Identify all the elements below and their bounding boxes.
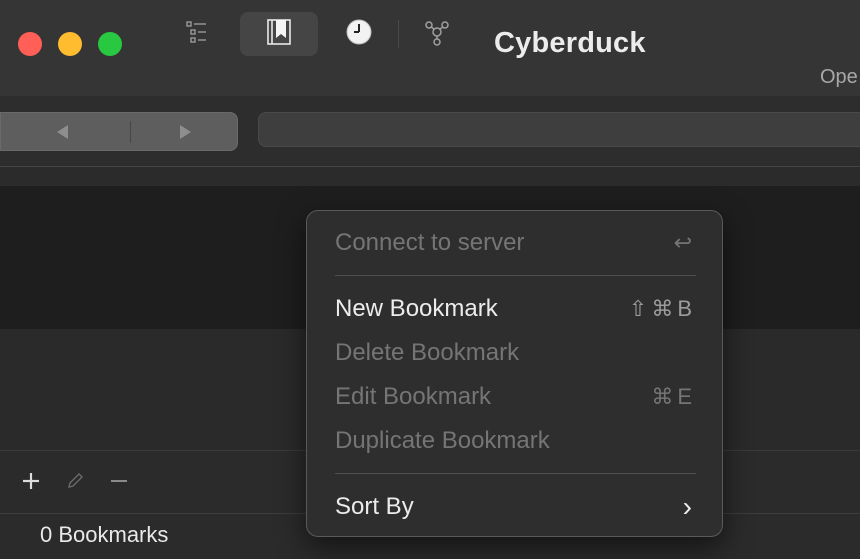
segment-divider (130, 121, 131, 143)
menu-item-shortcut: ⇧⌘B (628, 296, 696, 321)
chevron-right-icon: › (682, 491, 696, 522)
menu-item-label: New Bookmark (335, 295, 498, 322)
return-key-icon: ↩ (673, 230, 696, 255)
menu-item-label: Edit Bookmark (335, 383, 492, 410)
add-bookmark-button[interactable] (16, 468, 46, 498)
context-menu: Connect to server ↩ New Bookmark ⇧⌘B Del… (306, 210, 723, 537)
menu-item-sort-by[interactable]: Sort By › (335, 487, 696, 527)
bonjour-view-button[interactable] (414, 12, 460, 56)
path-field[interactable] (258, 112, 860, 147)
back-arrow-icon[interactable] (53, 122, 73, 142)
zoom-window-button[interactable] (98, 32, 122, 56)
menu-item-label: Duplicate Bookmark (335, 427, 550, 454)
navigation-bar (0, 96, 860, 167)
menu-item-edit-bookmark[interactable]: Edit Bookmark ⌘E (335, 377, 696, 417)
menu-item-label: Delete Bookmark (335, 339, 520, 366)
menu-separator (335, 473, 696, 474)
outline-view-icon (184, 19, 210, 50)
outline-view-button[interactable] (174, 12, 220, 56)
menu-item-label: Connect to server (335, 229, 525, 256)
menu-separator (335, 275, 696, 276)
forward-arrow-icon[interactable] (175, 122, 195, 142)
back-forward-segmented-control (0, 112, 238, 151)
bookmarks-view-button[interactable] (240, 12, 318, 56)
bonjour-icon (422, 17, 452, 52)
pencil-icon (64, 470, 86, 497)
menu-item-duplicate-bookmark[interactable]: Duplicate Bookmark (335, 421, 696, 461)
plus-icon (20, 470, 42, 497)
menu-item-connect-to-server[interactable]: Connect to server ↩ (335, 223, 696, 263)
window-title: Cyberduck (494, 27, 646, 59)
menu-item-label: Sort By (335, 493, 414, 520)
menu-item-new-bookmark[interactable]: New Bookmark ⇧⌘B (335, 289, 696, 329)
menu-item-delete-bookmark[interactable]: Delete Bookmark (335, 333, 696, 373)
history-icon (345, 18, 373, 51)
minus-icon (108, 470, 130, 497)
menu-item-shortcut: ⌘E (651, 384, 696, 409)
edit-bookmark-button[interactable] (60, 468, 90, 498)
bookmarks-icon (265, 17, 293, 52)
bookmark-count-status: 0 Bookmarks (40, 522, 169, 547)
toolbar-separator (398, 20, 399, 48)
remove-bookmark-button[interactable] (104, 468, 134, 498)
minimize-window-button[interactable] (58, 32, 82, 56)
history-view-button[interactable] (336, 12, 382, 56)
title-bar: Cyberduck Ope (0, 0, 860, 96)
close-window-button[interactable] (18, 32, 42, 56)
open-connection-label[interactable]: Ope (820, 66, 858, 89)
